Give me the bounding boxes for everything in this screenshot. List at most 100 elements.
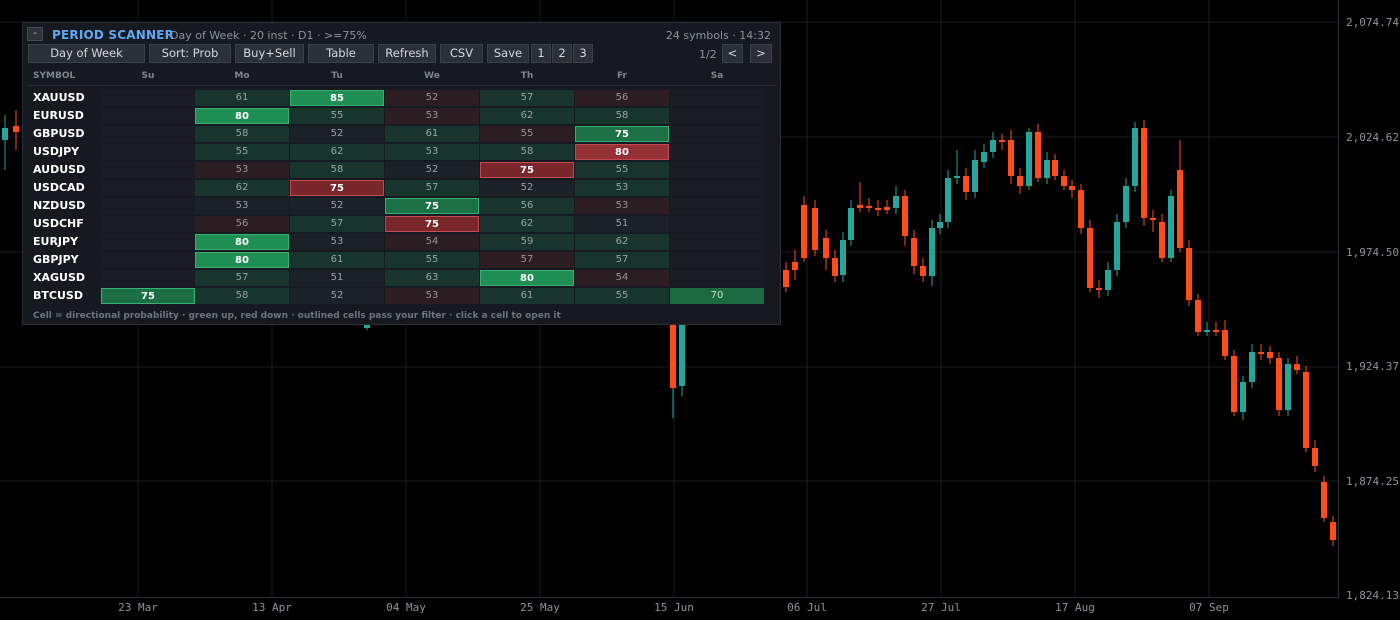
- probability-cell[interactable]: 52: [290, 288, 384, 304]
- mode-button[interactable]: Day of Week: [28, 44, 145, 63]
- probability-cell[interactable]: 52: [480, 180, 574, 196]
- probability-cell[interactable]: 61: [385, 126, 479, 142]
- probability-cell[interactable]: [670, 144, 764, 160]
- probability-cell[interactable]: 53: [575, 198, 669, 214]
- probability-cell[interactable]: 75: [385, 198, 479, 214]
- probability-cell[interactable]: 62: [575, 234, 669, 250]
- probability-cell[interactable]: 57: [385, 180, 479, 196]
- probability-cell[interactable]: 54: [385, 234, 479, 250]
- probability-cell[interactable]: 53: [385, 108, 479, 124]
- save-button[interactable]: Save: [487, 44, 529, 63]
- probability-cell[interactable]: 53: [385, 144, 479, 160]
- csv-button[interactable]: CSV: [440, 44, 483, 63]
- probability-cell[interactable]: [101, 108, 195, 124]
- probability-cell[interactable]: 57: [480, 90, 574, 106]
- probability-cell[interactable]: [670, 234, 764, 250]
- probability-cell[interactable]: 57: [575, 252, 669, 268]
- probability-cell[interactable]: 52: [290, 126, 384, 142]
- probability-cell[interactable]: 57: [480, 252, 574, 268]
- probability-cell[interactable]: 55: [575, 288, 669, 304]
- probability-cell[interactable]: [670, 162, 764, 178]
- probability-cell[interactable]: [101, 144, 195, 160]
- prev-page-button[interactable]: <: [722, 44, 743, 63]
- probability-cell[interactable]: 53: [195, 198, 289, 214]
- refresh-button[interactable]: Refresh: [378, 44, 436, 63]
- probability-cell[interactable]: [101, 162, 195, 178]
- probability-cell[interactable]: 80: [480, 270, 574, 286]
- probability-cell[interactable]: 61: [480, 288, 574, 304]
- probability-cell[interactable]: 58: [195, 288, 289, 304]
- probability-cell[interactable]: [101, 234, 195, 250]
- probability-cell[interactable]: 80: [195, 252, 289, 268]
- probability-cell[interactable]: 75: [480, 162, 574, 178]
- probability-cell[interactable]: [670, 126, 764, 142]
- probability-cell[interactable]: [101, 216, 195, 232]
- probability-cell[interactable]: 80: [195, 108, 289, 124]
- probability-cell[interactable]: [670, 270, 764, 286]
- preset-1-button[interactable]: 1: [531, 44, 551, 63]
- probability-cell[interactable]: 53: [290, 234, 384, 250]
- probability-cell[interactable]: 51: [575, 216, 669, 232]
- probability-cell[interactable]: [101, 252, 195, 268]
- view-button[interactable]: Table: [308, 44, 374, 63]
- probability-cell[interactable]: [101, 270, 195, 286]
- probability-cell[interactable]: 58: [290, 162, 384, 178]
- probability-cell[interactable]: 75: [290, 180, 384, 196]
- collapse-button[interactable]: -: [27, 27, 43, 41]
- probability-cell[interactable]: 55: [290, 108, 384, 124]
- probability-cell[interactable]: 62: [195, 180, 289, 196]
- preset-2-button[interactable]: 2: [552, 44, 572, 63]
- candle-body: [963, 176, 969, 192]
- probability-cell[interactable]: 52: [385, 90, 479, 106]
- probability-cell[interactable]: 62: [480, 108, 574, 124]
- probability-cell[interactable]: 70: [670, 288, 764, 304]
- preset-3-button[interactable]: 3: [573, 44, 593, 63]
- probability-cell[interactable]: 75: [101, 288, 195, 304]
- probability-cell[interactable]: 57: [195, 270, 289, 286]
- probability-cell[interactable]: [670, 252, 764, 268]
- probability-cell[interactable]: 55: [575, 162, 669, 178]
- probability-cell[interactable]: [670, 180, 764, 196]
- probability-cell[interactable]: 80: [195, 234, 289, 250]
- probability-cell[interactable]: [670, 198, 764, 214]
- probability-cell[interactable]: 59: [480, 234, 574, 250]
- probability-cell[interactable]: 56: [195, 216, 289, 232]
- sort-button[interactable]: Sort: Prob: [149, 44, 231, 63]
- probability-cell[interactable]: 56: [575, 90, 669, 106]
- probability-cell[interactable]: 56: [480, 198, 574, 214]
- column-header-mo: Mo: [234, 71, 250, 81]
- probability-cell[interactable]: 80: [575, 144, 669, 160]
- probability-cell[interactable]: 62: [290, 144, 384, 160]
- probability-cell[interactable]: 75: [575, 126, 669, 142]
- probability-cell[interactable]: [670, 90, 764, 106]
- probability-cell[interactable]: 85: [290, 90, 384, 106]
- probability-cell[interactable]: [101, 90, 195, 106]
- probability-cell[interactable]: 58: [480, 144, 574, 160]
- probability-cell[interactable]: [670, 108, 764, 124]
- probability-cell[interactable]: 57: [290, 216, 384, 232]
- probability-cell[interactable]: 54: [575, 270, 669, 286]
- probability-cell[interactable]: 52: [385, 162, 479, 178]
- probability-cell[interactable]: 55: [480, 126, 574, 142]
- probability-cell[interactable]: 63: [385, 270, 479, 286]
- candle-body: [1159, 222, 1165, 258]
- direction-button[interactable]: Buy+Sell: [235, 44, 304, 63]
- probability-cell[interactable]: [101, 126, 195, 142]
- probability-cell[interactable]: [101, 198, 195, 214]
- probability-cell[interactable]: 52: [290, 198, 384, 214]
- probability-cell[interactable]: 62: [480, 216, 574, 232]
- probability-cell[interactable]: [670, 216, 764, 232]
- probability-cell[interactable]: 61: [195, 90, 289, 106]
- probability-cell[interactable]: 61: [290, 252, 384, 268]
- next-page-button[interactable]: >: [750, 44, 772, 63]
- probability-cell[interactable]: 75: [385, 216, 479, 232]
- probability-cell[interactable]: [101, 180, 195, 196]
- probability-cell[interactable]: 58: [575, 108, 669, 124]
- probability-cell[interactable]: 53: [575, 180, 669, 196]
- probability-cell[interactable]: 58: [195, 126, 289, 142]
- probability-cell[interactable]: 55: [195, 144, 289, 160]
- probability-cell[interactable]: 51: [290, 270, 384, 286]
- probability-cell[interactable]: 55: [385, 252, 479, 268]
- probability-cell[interactable]: 53: [385, 288, 479, 304]
- probability-cell[interactable]: 53: [195, 162, 289, 178]
